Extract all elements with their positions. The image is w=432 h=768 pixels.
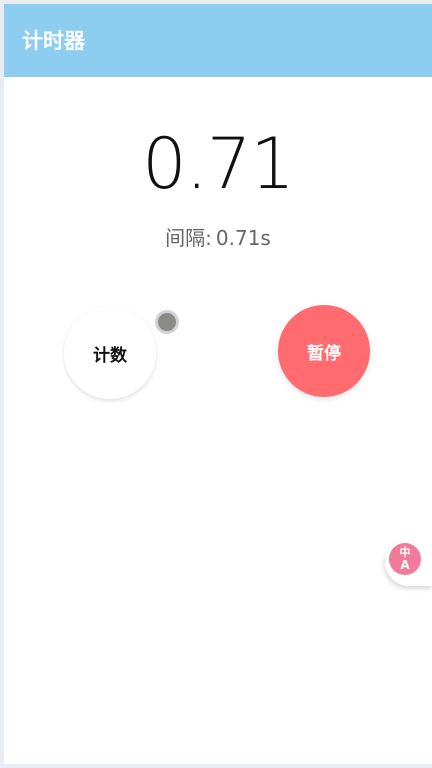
timer-app: 计时器 0.71 间隔: 0.71s 计数 暂停 中 A bbox=[4, 4, 432, 764]
app-header: 计时器 bbox=[4, 4, 432, 77]
translate-float-button[interactable]: 中 A bbox=[385, 538, 432, 586]
interval-value: 0.71s bbox=[215, 226, 271, 250]
count-button[interactable]: 计数 bbox=[64, 307, 156, 399]
status-dot bbox=[155, 310, 179, 334]
pause-button[interactable]: 暂停 bbox=[278, 305, 370, 397]
interval-label: 间隔: bbox=[165, 226, 212, 250]
page-title: 计时器 bbox=[22, 29, 85, 53]
interval-readout: 间隔: 0.71s bbox=[4, 224, 432, 252]
translate-icon: 中 A bbox=[389, 543, 421, 575]
translate-glyph-bottom: A bbox=[400, 558, 410, 572]
timer-display: 0.71 bbox=[142, 123, 295, 205]
